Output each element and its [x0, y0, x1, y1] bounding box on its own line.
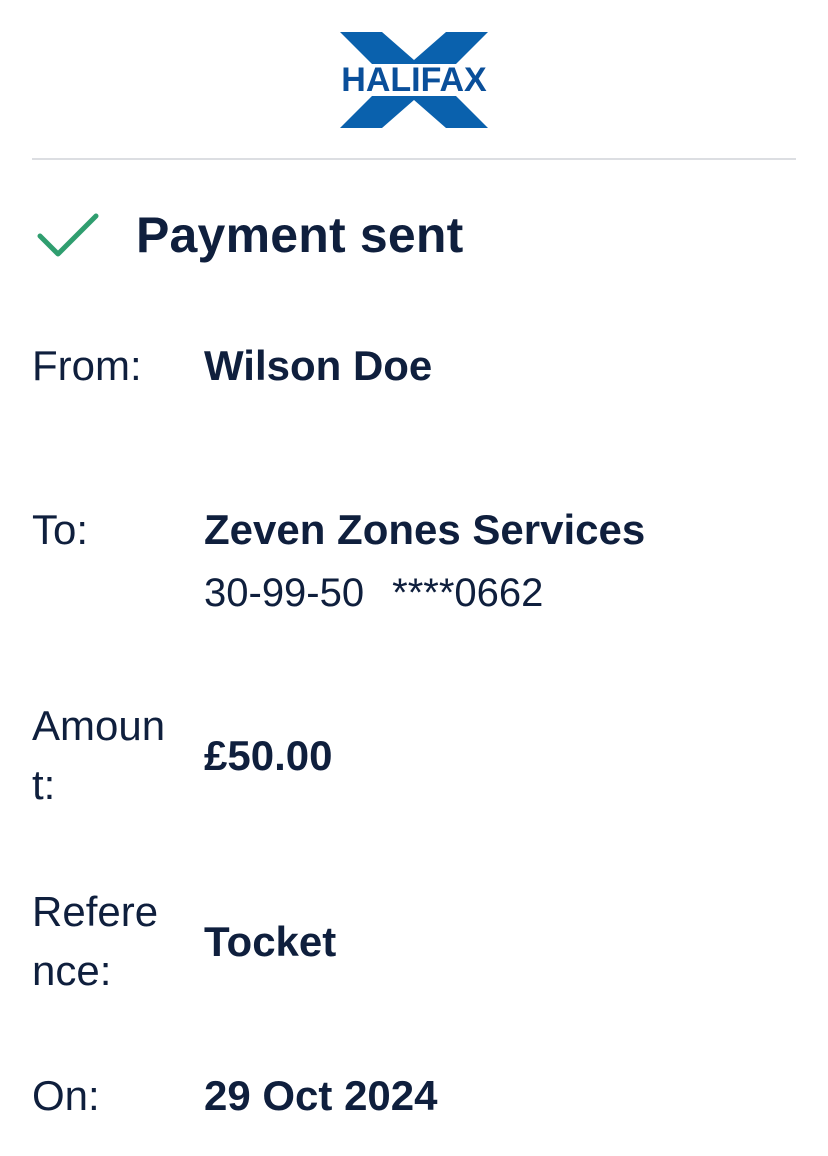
payment-status: Payment sent	[36, 200, 464, 270]
amount-label: Amount:	[32, 702, 166, 808]
halifax-x-logo-icon: HALIFAX	[338, 32, 490, 128]
detail-row-reference: Reference: Tocket	[32, 882, 792, 1002]
on-value: 29 Oct 2024	[204, 1072, 438, 1119]
status-title: Payment sent	[136, 207, 464, 263]
to-account-details: 30-99-50 ****0662	[204, 568, 543, 618]
halifax-logo: HALIFAX	[338, 30, 490, 130]
sort-code: 30-99-50	[204, 571, 365, 615]
from-label: From:	[32, 342, 142, 389]
reference-value: Tocket	[204, 918, 337, 965]
detail-row-from: From: Wilson Doe	[32, 336, 792, 396]
detail-row-on: On: 29 Oct 2024	[32, 1066, 792, 1126]
detail-row-to: To: Zeven Zones Services 30-99-50 ****066…	[32, 500, 792, 630]
halifax-wordmark: HALIFAX	[341, 61, 487, 99]
on-label: On:	[32, 1072, 100, 1119]
account-number: ****0662	[392, 571, 544, 615]
to-label: To:	[32, 506, 89, 553]
amount-value: £50.00	[204, 732, 333, 779]
to-value: Zeven Zones Services	[204, 506, 646, 553]
from-value: Wilson Doe	[204, 342, 433, 389]
header-divider	[32, 158, 796, 160]
reference-label: Reference:	[32, 888, 159, 994]
check-icon	[37, 213, 99, 257]
detail-row-amount: Amount: £50.00	[32, 696, 792, 816]
